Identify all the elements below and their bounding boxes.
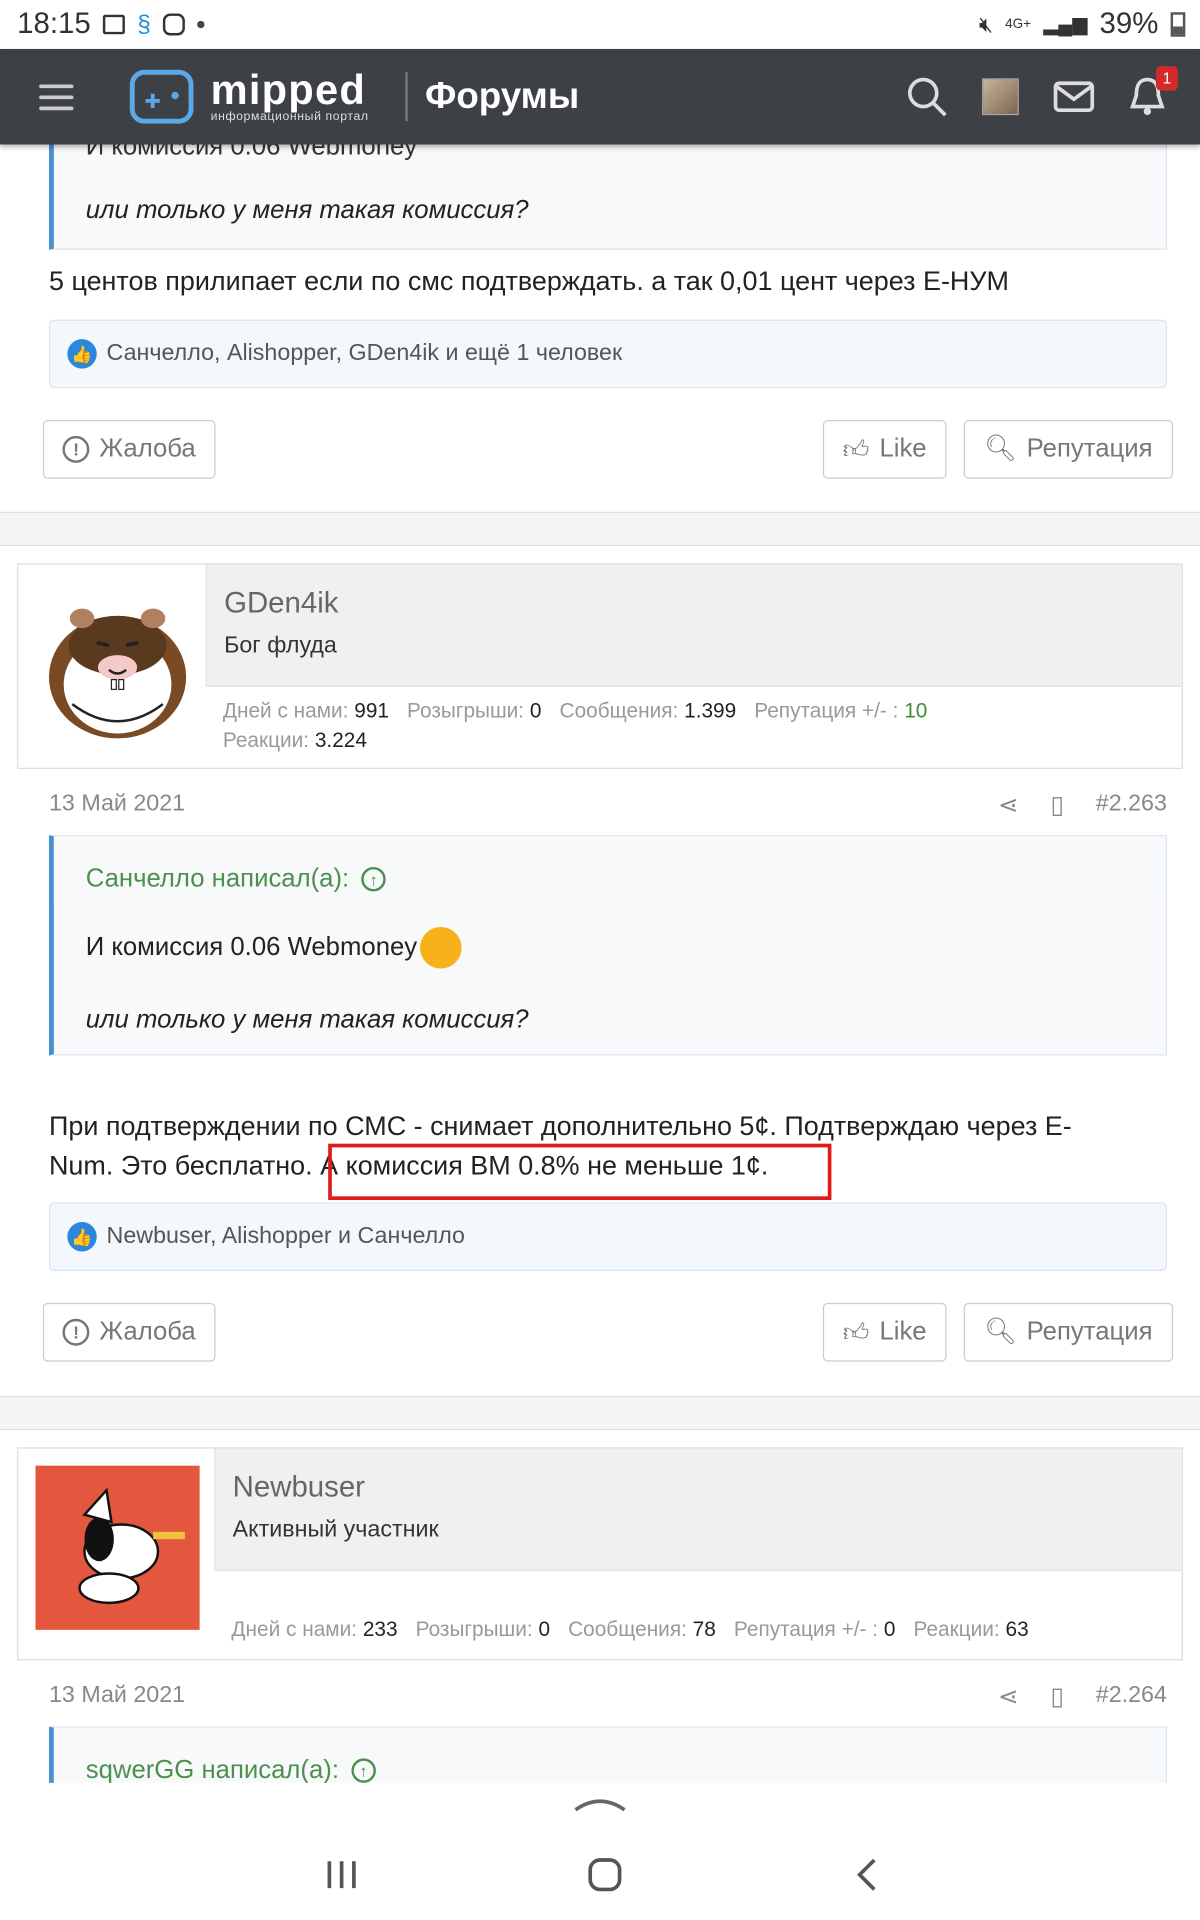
wink-emoji-icon bbox=[419, 926, 462, 969]
reputation-button[interactable]: 🔍︎ Репутация bbox=[963, 420, 1174, 479]
report-button[interactable]: ! Жалоба bbox=[42, 1302, 216, 1362]
username[interactable]: Newbuser bbox=[233, 1471, 365, 1505]
user-title: Бог флуда bbox=[224, 633, 337, 659]
home-icon[interactable] bbox=[588, 1856, 622, 1893]
avatar[interactable] bbox=[35, 1465, 200, 1630]
post-number[interactable]: #2.263 bbox=[1096, 791, 1167, 818]
instagram-icon bbox=[163, 13, 186, 36]
quote-line: или только у меня такая комиссия? bbox=[85, 195, 529, 225]
status-bar: 18:15 § 🔇︎ 4G+ ▂▄▆ 39% bbox=[0, 0, 1200, 49]
quote-line: или только у меня такая комиссия? bbox=[85, 1005, 529, 1034]
bookmark-icon[interactable]: ▯ bbox=[1050, 789, 1063, 820]
reactions-users: Newbuser, Alishopper и Санчелло bbox=[106, 1223, 465, 1249]
report-button[interactable]: ! Жалоба bbox=[42, 420, 216, 479]
user-card: GDen4ik Бог флуда Дней с нами: 991 Розыг… bbox=[17, 563, 1183, 769]
clock: 18:15 bbox=[17, 7, 91, 41]
like-reaction-icon: 👍 bbox=[67, 339, 97, 369]
nav-separator bbox=[405, 72, 408, 122]
site-logo[interactable]: ✚ mipped информационный портал bbox=[129, 67, 369, 124]
post-number[interactable]: #2.264 bbox=[1096, 1682, 1167, 1709]
user-stats: Дней с нами: 233 Розыгрыши: 0 Сообщения:… bbox=[231, 1617, 1029, 1641]
search-icon: 🔍︎ bbox=[984, 1317, 1017, 1346]
network-type: 4G+ bbox=[1005, 17, 1032, 32]
share-icon[interactable]: ⋖ bbox=[998, 789, 1019, 820]
post-date[interactable]: 13 Май 2021 bbox=[49, 1682, 185, 1709]
post-meta: 13 Май 2021 ⋖ ▯ #2.263 bbox=[49, 786, 1167, 823]
gamepad-icon: ✚ bbox=[129, 69, 194, 124]
system-nav-bar bbox=[0, 1782, 1200, 1920]
quote-block: Санчелло написал(а): ↑ И комиссия 0.06 W… bbox=[48, 835, 1167, 1056]
image-icon bbox=[102, 14, 125, 35]
post-meta: 13 Май 2021 ⋖ ▯ #2.264 bbox=[49, 1678, 1167, 1715]
search-icon: 🔍︎ bbox=[984, 434, 1017, 463]
brand-subtitle: информационный портал bbox=[210, 110, 369, 124]
user-stats: Дней с нами: 991 Розыгрыши: 0 Сообщения:… bbox=[222, 699, 928, 752]
back-icon[interactable] bbox=[855, 1856, 879, 1893]
user-card: Newbuser Активный участник Дней с нами: … bbox=[17, 1447, 1183, 1661]
brand-name: mipped bbox=[210, 67, 367, 114]
search-icon[interactable] bbox=[906, 76, 948, 118]
thumbs-up-icon: 👍︎ bbox=[842, 435, 870, 465]
post-2264: Newbuser Активный участник Дней с нами: … bbox=[0, 1430, 1200, 1813]
post-2263: GDen4ik Бог флуда Дней с нами: 991 Розыг… bbox=[0, 546, 1200, 1396]
user-header: Newbuser Активный участник bbox=[214, 1448, 1182, 1572]
alert-icon: ! bbox=[62, 1318, 90, 1346]
chevron-up-icon[interactable] bbox=[573, 1795, 627, 1812]
arrow-up-circle-icon[interactable]: ↑ bbox=[361, 866, 386, 892]
recent-apps-icon[interactable] bbox=[326, 1856, 358, 1893]
like-button[interactable]: 👍︎ Like bbox=[822, 420, 947, 479]
like-button[interactable]: 👍︎ Like bbox=[822, 1302, 947, 1362]
more-dot-icon bbox=[197, 20, 205, 29]
battery-icon bbox=[1170, 12, 1186, 37]
bell-icon[interactable]: 1 bbox=[1127, 66, 1178, 118]
post-text: 5 центов прилипает если по смс подтвержд… bbox=[48, 265, 1009, 297]
share-icon[interactable]: ⋖ bbox=[998, 1681, 1019, 1712]
post-divider bbox=[0, 1395, 1200, 1431]
top-navigation: ✚ mipped информационный портал Форумы 1 bbox=[0, 48, 1200, 145]
like-reaction-icon: 👍 bbox=[67, 1222, 97, 1252]
notification-badge: 1 bbox=[1155, 66, 1178, 91]
post-date[interactable]: 13 Май 2021 bbox=[49, 791, 185, 818]
reputation-button[interactable]: 🔍︎ Репутация bbox=[963, 1302, 1174, 1362]
swipe-icon: § bbox=[137, 10, 151, 38]
mute-icon: 🔇︎ bbox=[979, 11, 993, 37]
user-header: GDen4ik Бог флуда bbox=[205, 564, 1182, 687]
battery-percent: 39% bbox=[1099, 7, 1159, 41]
user-avatar-icon[interactable] bbox=[980, 76, 1022, 118]
username[interactable]: GDen4ik bbox=[224, 587, 338, 621]
bookmark-icon[interactable]: ▯ bbox=[1050, 1681, 1063, 1712]
highlight-annotation bbox=[328, 1143, 832, 1201]
mail-icon[interactable] bbox=[1053, 76, 1095, 118]
arrow-up-circle-icon[interactable]: ↑ bbox=[351, 1758, 376, 1783]
reactions-bar[interactable]: 👍 Newbuser, Alishopper и Санчелло bbox=[48, 1202, 1167, 1272]
quote-line: И комиссия 0.06 Webmoney bbox=[86, 926, 1134, 969]
alert-icon: ! bbox=[62, 435, 90, 463]
quote-author[interactable]: Санчелло написал(а): ↑ bbox=[53, 836, 1166, 905]
thumbs-up-icon: 👍︎ bbox=[842, 1318, 870, 1347]
reactions-users: Санчелло, Alishopper, GDen4ik и ещё 1 че… bbox=[106, 340, 623, 367]
user-title: Активный участник bbox=[232, 1517, 439, 1543]
menu-icon[interactable] bbox=[39, 77, 74, 117]
reactions-bar[interactable]: 👍 Санчелло, Alishopper, GDen4ik и ещё 1 … bbox=[48, 319, 1167, 389]
signal-icon: ▂▄▆ bbox=[1043, 14, 1088, 36]
avatar[interactable] bbox=[36, 582, 200, 746]
section-title[interactable]: Форумы bbox=[425, 76, 579, 118]
post-divider bbox=[0, 511, 1200, 547]
